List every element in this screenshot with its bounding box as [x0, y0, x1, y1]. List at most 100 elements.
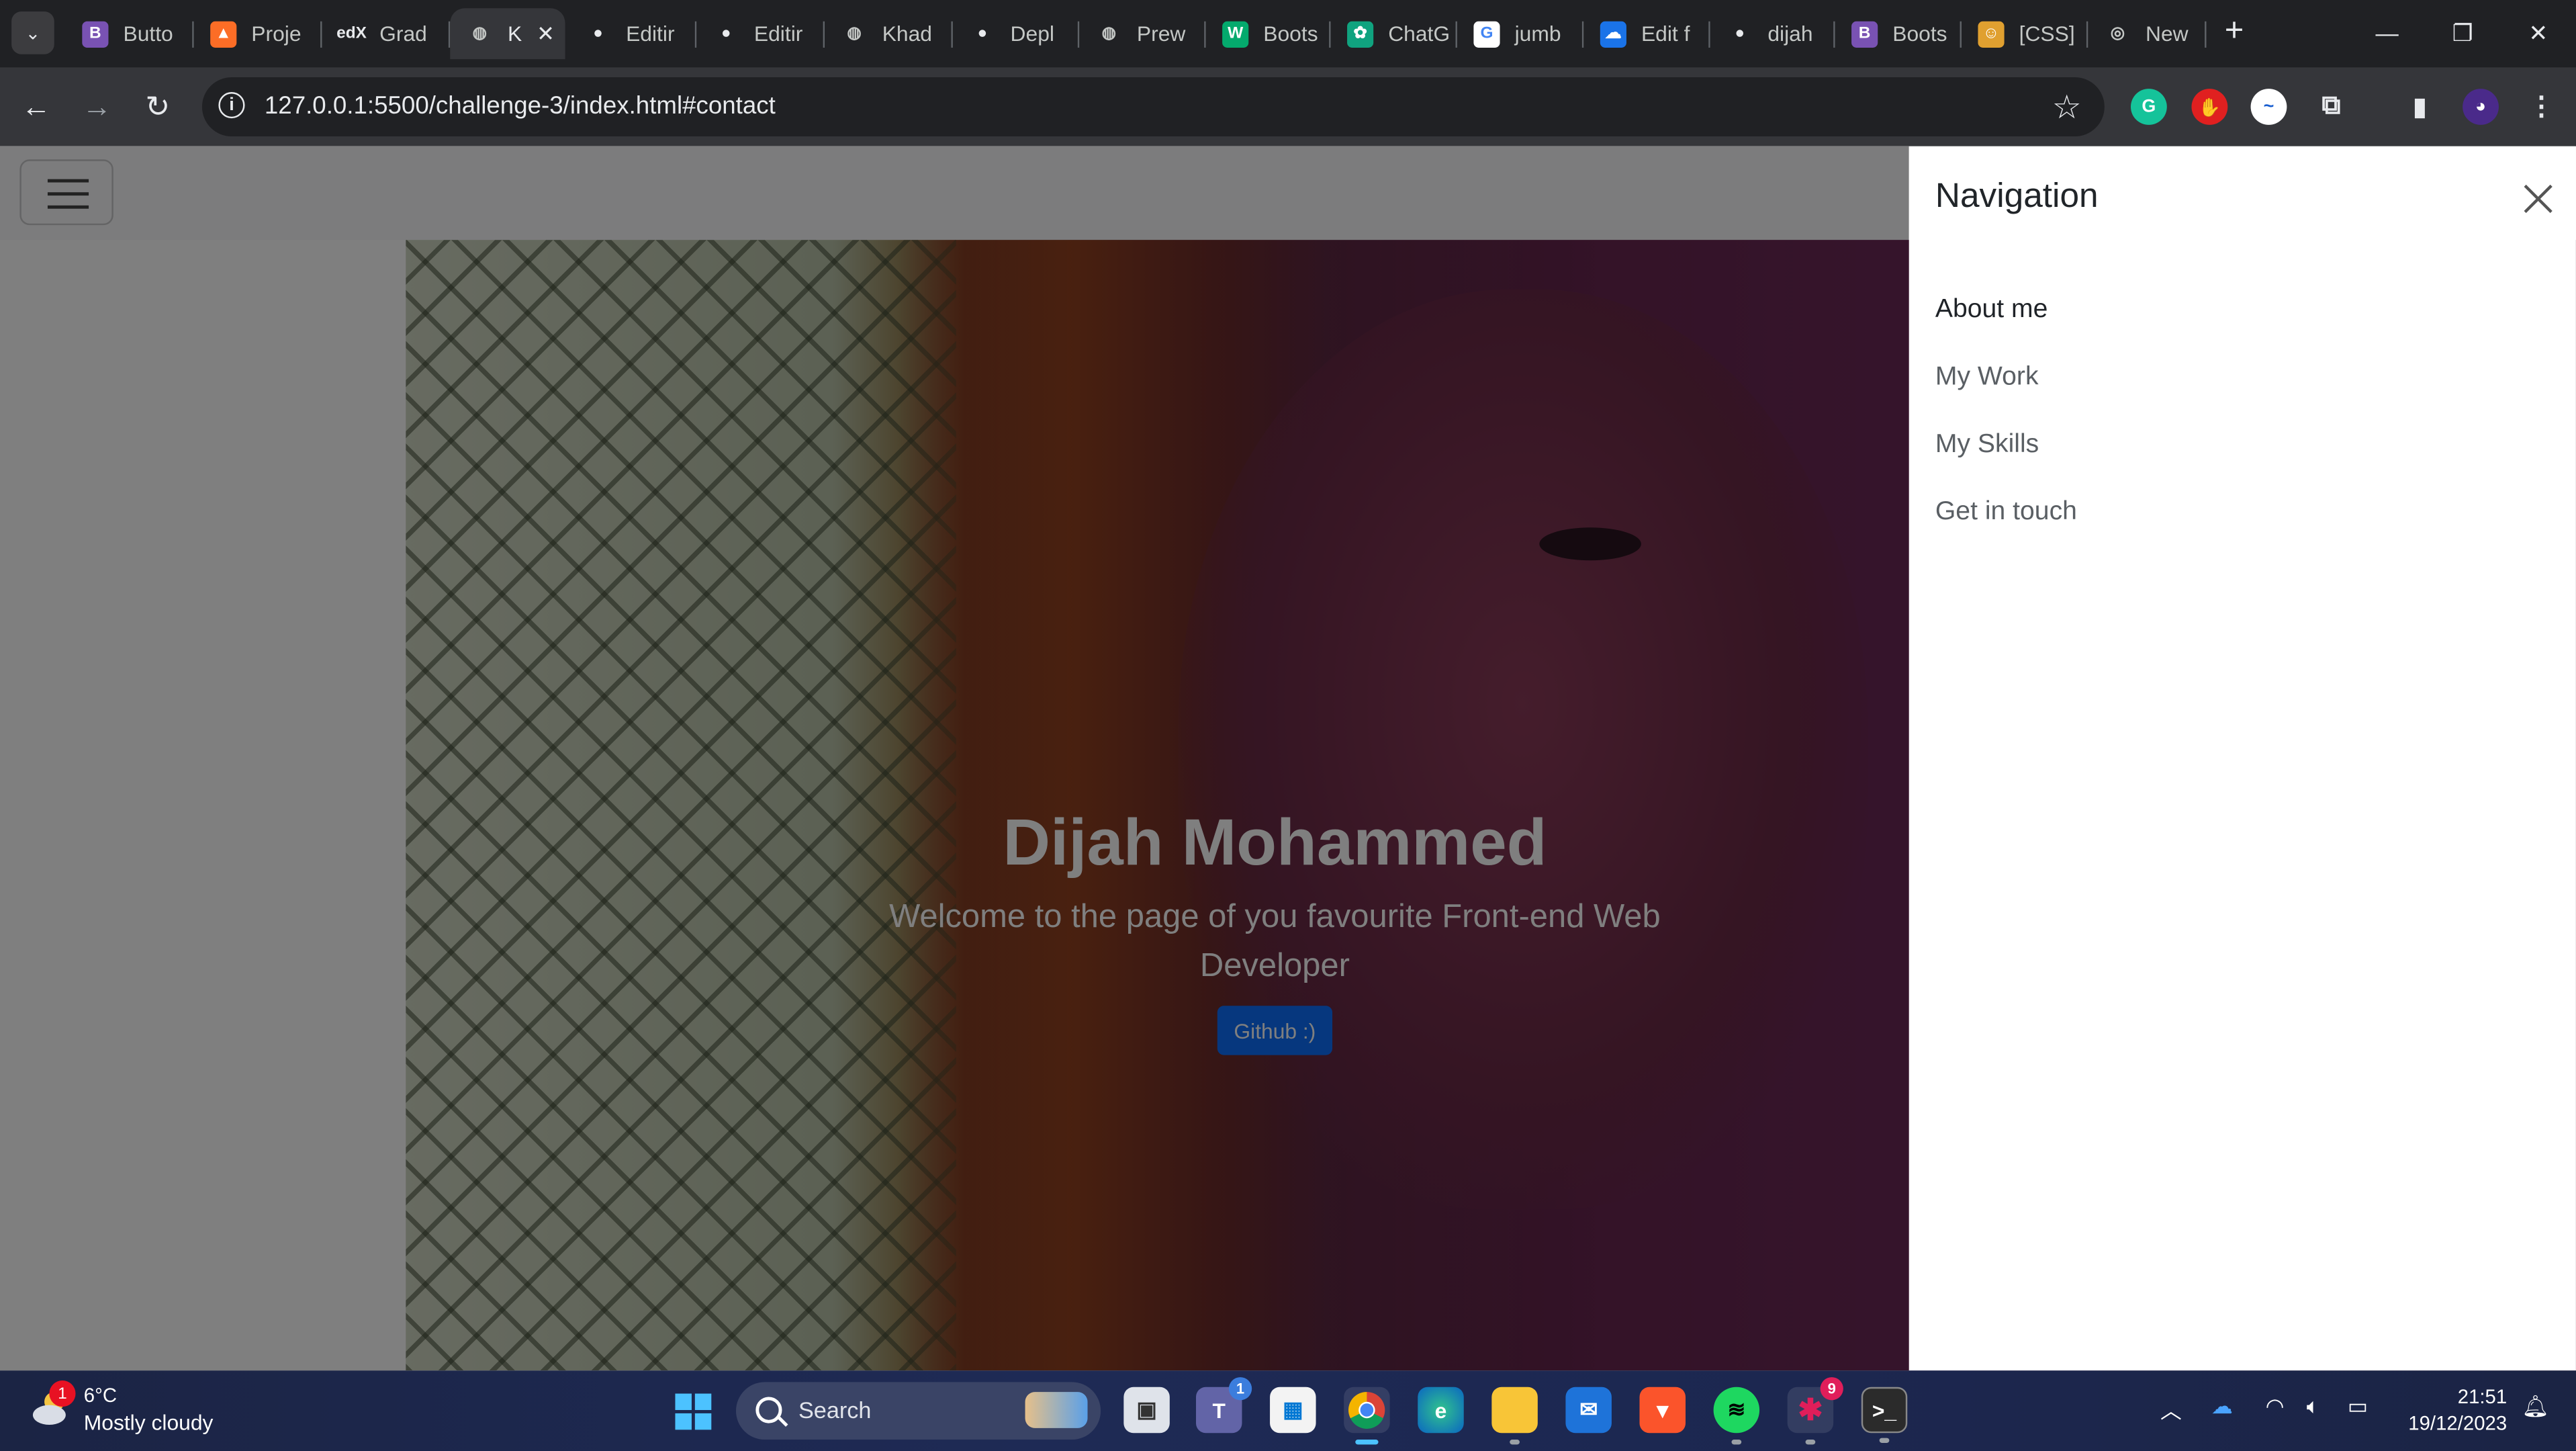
browser-tab[interactable]: ● Editir	[696, 8, 825, 59]
chatgpt-icon: ✿	[1347, 20, 1374, 47]
cloud-icon: ☁	[1600, 20, 1626, 47]
arrow-right-icon: →	[82, 89, 112, 123]
profile-avatar[interactable]: ◕	[2463, 89, 2499, 125]
terminal-icon[interactable]: >_	[1861, 1387, 1908, 1443]
browser-tab[interactable]: B Butto	[66, 8, 194, 59]
tab-label: Boots	[1263, 21, 1318, 46]
browser-tab[interactable]: ◍ Khad	[825, 8, 953, 59]
bookmark-star-icon[interactable]: ☆	[2052, 87, 2082, 128]
browser-tab[interactable]: ● Editir	[568, 8, 697, 59]
search-icon	[755, 1397, 782, 1423]
mail-icon[interactable]: ✉	[1565, 1387, 1612, 1434]
close-icon: ✕	[2528, 19, 2548, 46]
url-text[interactable]: 127.0.0.1:5500/challenge-3/index.html#co…	[265, 92, 776, 120]
chrome-icon	[1348, 1392, 1385, 1429]
github-icon: ●	[721, 24, 731, 43]
chevron-up-icon[interactable]: ︿	[2160, 1394, 2182, 1425]
tab-strip: ⌄ B Butto ▲ Proje edX Grad ◍ K ✕ ● Editir ● Editir ◍ K…	[0, 0, 2576, 68]
browser-tab[interactable]: ☺ [CSS]	[1962, 8, 2088, 59]
minimize-button[interactable]: —	[2349, 10, 2425, 56]
adblock-extension-icon[interactable]: ✋	[2191, 89, 2228, 125]
onedrive-icon[interactable]: ☁	[2211, 1394, 2233, 1420]
address-bar[interactable]: i 127.0.0.1:5500/challenge-3/index.html#…	[201, 77, 2105, 137]
battery-icon[interactable]: ▭	[2348, 1394, 2368, 1420]
tab-label: ChatG	[1388, 21, 1451, 46]
nav-link-work[interactable]: My Work	[1935, 363, 2039, 393]
tab-label: K	[507, 21, 522, 46]
close-tab-icon[interactable]: ✕	[537, 21, 555, 47]
bootstrap-icon: B	[82, 20, 109, 47]
tab-label: Grad	[379, 21, 427, 46]
file-explorer-icon[interactable]	[1491, 1387, 1538, 1445]
web-page: Dijah Mohammed Welcome to the page of yo…	[0, 146, 2576, 1371]
browser-tab[interactable]: ◍ Prew	[1079, 8, 1206, 59]
tab-label: Boots	[1892, 21, 1947, 46]
start-button[interactable]	[675, 1393, 712, 1430]
tab-label: Butto	[123, 21, 173, 46]
offcanvas-title: Navigation	[1935, 177, 2099, 216]
github-icon: ●	[1735, 24, 1745, 43]
browser-toolbar: ← → ↻ i 127.0.0.1:5500/challenge-3/index…	[0, 67, 2576, 146]
slack-icon[interactable]: ✱ 9	[1787, 1377, 1843, 1445]
wave-extension-icon[interactable]: ~	[2250, 89, 2287, 125]
extensions-puzzle-icon[interactable]: ⧉	[2313, 89, 2350, 125]
gitlab-icon: ▲	[210, 20, 237, 47]
wifi-icon[interactable]: ◠	[2266, 1394, 2285, 1420]
reload-button[interactable]: ↻	[135, 84, 181, 130]
browser-tab[interactable]: ● dijah	[1710, 8, 1835, 59]
notification-bell-icon[interactable]: 🔔︎	[2522, 1394, 2548, 1420]
close-icon[interactable]	[2522, 183, 2555, 216]
side-panel-icon[interactable]: ▮	[2402, 89, 2438, 125]
restore-button[interactable]: ❐	[2425, 10, 2501, 56]
browser-tab[interactable]: edX Grad	[322, 8, 451, 59]
browser-tab[interactable]: W Boots	[1206, 8, 1331, 59]
restore-icon: ❐	[2452, 19, 2473, 46]
browser-tab[interactable]: ◍ K ✕	[450, 8, 565, 60]
close-window-button[interactable]: ✕	[2500, 10, 2576, 56]
nav-link-skills[interactable]: My Skills	[1935, 431, 2039, 460]
nav-link-about[interactable]: About me	[1935, 296, 2048, 325]
weather-temperature[interactable]: 6°C	[84, 1384, 117, 1407]
browser-tab[interactable]: ✿ ChatG	[1331, 8, 1457, 59]
tab-label: Editir	[626, 21, 675, 46]
browser-tab[interactable]: ☁ Edit f	[1583, 8, 1710, 59]
microsoft-store-icon[interactable]: ▦	[1270, 1387, 1316, 1434]
site-info-icon[interactable]: i	[218, 91, 245, 119]
brave-icon[interactable]: ▼	[1639, 1387, 1686, 1434]
teams-icon[interactable]: T1	[1195, 1377, 1252, 1434]
more-menu-icon[interactable]: ⋮	[2524, 89, 2560, 125]
tab-label: Depl	[1010, 21, 1054, 46]
weather-description[interactable]: Mostly cloudy	[84, 1410, 214, 1435]
chrome-taskbar-icon[interactable]	[1344, 1387, 1390, 1445]
chrome-icon: ◎	[2110, 24, 2125, 43]
clock-time: 21:51	[2457, 1385, 2508, 1409]
forward-button[interactable]: →	[74, 84, 120, 130]
weather-badge: 1	[49, 1380, 76, 1407]
tab-label: jumb	[1514, 21, 1561, 46]
chevron-down-icon: ⌄	[25, 24, 41, 44]
tab-label: Editir	[753, 21, 803, 46]
system-clock[interactable]: 21:51 19/12/2023	[2402, 1384, 2508, 1436]
browser-tab[interactable]: Gjumb	[1457, 8, 1584, 59]
task-view-icon[interactable]: ▣	[1123, 1387, 1170, 1434]
tab-label: New	[2145, 21, 2189, 46]
browser-tab[interactable]: ● Depl	[953, 8, 1080, 59]
back-button[interactable]: ←	[13, 84, 59, 130]
new-tab-button[interactable]: +	[2216, 13, 2252, 53]
taskbar-search[interactable]: Search	[735, 1382, 1101, 1440]
tab-label: [CSS]	[2019, 21, 2075, 46]
nav-link-contact[interactable]: Get in touch	[1935, 498, 2077, 527]
github-icon: ●	[593, 24, 603, 43]
spotify-icon[interactable]: ≋	[1713, 1387, 1760, 1445]
volume-icon[interactable]: 🔈︎	[2307, 1394, 2319, 1420]
edge-icon[interactable]: e	[1418, 1387, 1464, 1434]
grammarly-extension-icon[interactable]: G	[2130, 89, 2167, 125]
offcanvas-backdrop[interactable]	[0, 146, 1909, 1371]
minimize-icon: —	[2375, 19, 2399, 46]
browser-tab[interactable]: B Boots	[1835, 8, 1962, 59]
tab-search-button[interactable]: ⌄	[11, 11, 54, 54]
browser-tab[interactable]: ◎ New	[2088, 8, 2207, 59]
browser-tab[interactable]: ▲ Proje	[194, 8, 322, 59]
teams-badge: 1	[1228, 1377, 1252, 1401]
w3schools-icon: W	[1222, 20, 1249, 47]
